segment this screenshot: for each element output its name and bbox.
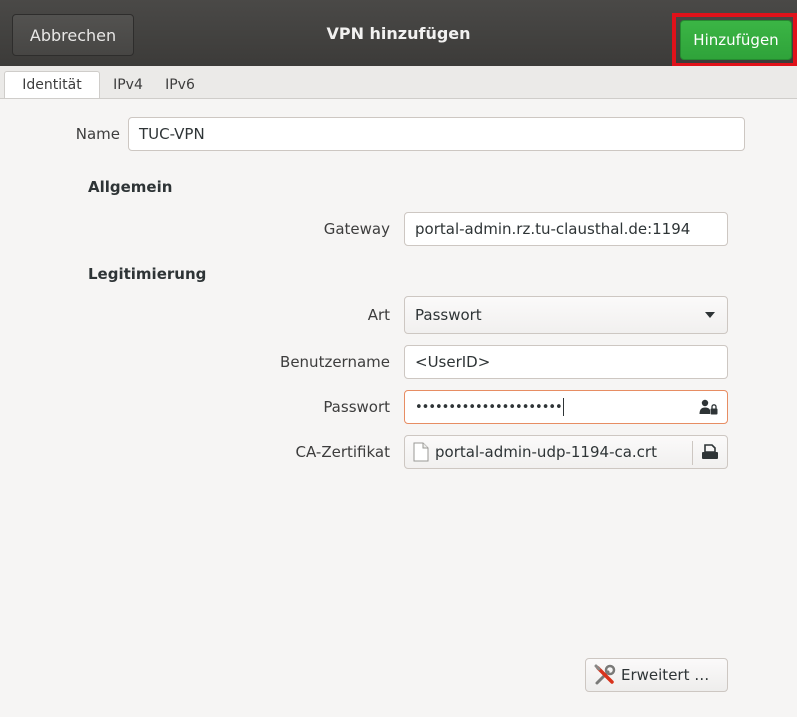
tab-ipv4[interactable]: IPv4 [103,71,153,98]
ca-file-name: portal-admin-udp-1194-ca.crt [435,443,657,461]
add-button[interactable]: Hinzufügen [680,20,792,60]
chooser-separator [692,441,693,465]
tab-identity[interactable]: Identität [4,71,100,98]
ca-file-chooser[interactable]: portal-admin-udp-1194-ca.crt [404,435,728,469]
text-cursor [562,398,564,416]
advanced-button[interactable]: Erweitert … [585,658,728,692]
tab-bar: Identität IPv4 IPv6 [0,66,797,99]
section-general-heading: Allgemein [88,178,173,196]
ca-label: CA-Zertifikat [295,443,390,461]
name-label: Name [75,125,120,143]
section-auth-heading: Legitimierung [88,265,207,283]
header-bar: Abbrechen VPN hinzufügen Hinzufügen [0,0,797,67]
dropdown-arrow-icon [705,312,715,318]
auth-type-value: Passwort [415,306,482,324]
document-icon [413,442,429,462]
password-field[interactable]: •••••••••••••••••••••• [404,390,728,424]
gateway-label: Gateway [323,220,390,238]
password-value: •••••••••••••••••••••• [415,399,563,415]
tab-ipv6[interactable]: IPv6 [156,71,204,98]
open-file-icon[interactable] [701,443,719,461]
username-label: Benutzername [280,353,390,371]
advanced-button-label: Erweitert … [621,666,710,684]
password-label: Passwort [323,398,390,416]
user-lock-icon[interactable] [699,399,719,417]
type-label: Art [367,306,390,324]
auth-type-combo[interactable]: Passwort [404,296,728,334]
username-field[interactable]: <UserID> [404,345,728,379]
wrench-screwdriver-icon [594,664,616,685]
name-field[interactable]: TUC-VPN [128,117,745,151]
cancel-button[interactable]: Abbrechen [12,14,134,56]
gateway-field[interactable]: portal-admin.rz.tu-clausthal.de:1194 [404,212,728,246]
